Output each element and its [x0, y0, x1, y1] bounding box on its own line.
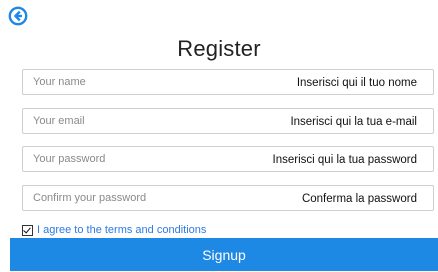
- terms-label[interactable]: I agree to the terms and conditions: [37, 224, 206, 236]
- email-field[interactable]: Inserisci qui la tua e-mail: [22, 108, 434, 134]
- name-input[interactable]: [23, 70, 433, 94]
- confirm-password-field[interactable]: Conferma la password: [22, 185, 434, 211]
- password-input[interactable]: [23, 147, 433, 171]
- signup-button[interactable]: Signup: [10, 238, 438, 271]
- back-button[interactable]: [8, 6, 28, 26]
- page-title: Register: [177, 36, 261, 61]
- name-field[interactable]: Inserisci qui il tuo nome: [22, 69, 434, 95]
- terms-row: I agree to the terms and conditions: [22, 223, 206, 237]
- arrow-left-circle-icon: [8, 6, 28, 26]
- password-field[interactable]: Inserisci qui la tua password: [22, 146, 434, 172]
- confirm-password-input[interactable]: [23, 186, 433, 210]
- terms-checkbox[interactable]: [22, 224, 33, 236]
- email-input[interactable]: [23, 109, 433, 133]
